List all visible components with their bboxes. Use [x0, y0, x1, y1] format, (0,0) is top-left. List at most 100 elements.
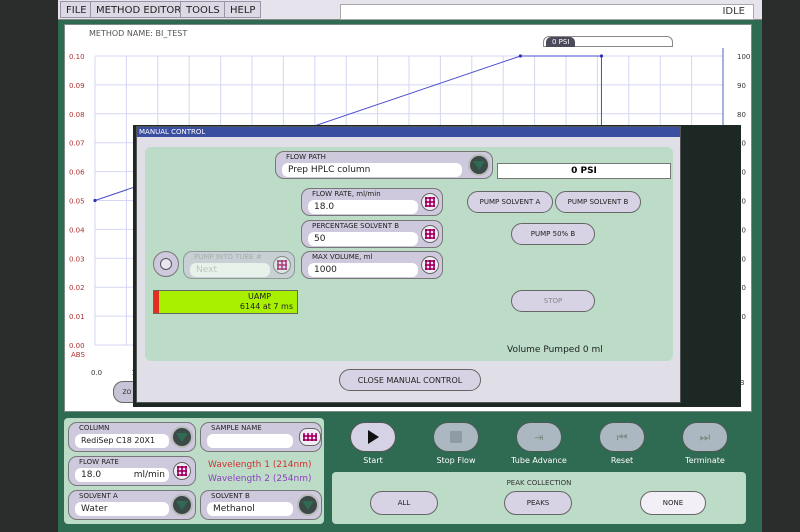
chevron-down-icon[interactable]	[297, 494, 319, 516]
menu-bar: FILE METHOD EDITOR TOOLS HELP IDLE	[58, 0, 762, 20]
pump-50-b-button[interactable]: PUMP 50% B	[511, 223, 595, 245]
keyboard-icon[interactable]	[299, 428, 321, 446]
bottom-flow-rate-number: 18.0	[81, 470, 102, 480]
percentb-tick-label: 80	[737, 111, 746, 119]
abs-tick-label: 0.08	[69, 111, 85, 119]
abs-tick-label: 0.10	[69, 53, 85, 61]
start-label: Start	[363, 456, 383, 465]
abs-tick-label: 0.05	[69, 198, 85, 206]
sample-name-value	[207, 434, 293, 448]
max-volume-field[interactable]: MAX VOLUME, ml 1000	[301, 251, 443, 279]
bottom-flow-rate-unit: ml/min	[133, 470, 165, 480]
keypad-icon[interactable]	[421, 225, 439, 243]
solvent-a-select[interactable]: SOLVENT A Water	[68, 490, 196, 520]
pump-tube-label: PUMP INTO TUBE #	[194, 253, 262, 261]
dialog-title: MANUAL CONTROL	[137, 127, 680, 137]
terminate-label: Terminate	[685, 456, 725, 465]
tube-advance-button[interactable]: ⇥	[516, 422, 562, 452]
peak-none-button[interactable]: NONE	[640, 491, 706, 515]
uv-label: UAMP	[248, 292, 272, 301]
abs-tick-label: 0.01	[69, 313, 85, 321]
x-tick-label: 0.0	[91, 369, 102, 377]
abs-tick-label: 0.06	[69, 169, 85, 177]
reset-button[interactable]: ⏮	[599, 422, 645, 452]
terminate-button[interactable]: ⏭	[682, 422, 728, 452]
percentb-tick-label: 90	[737, 82, 746, 90]
pump-solvent-b-button[interactable]: PUMP SOLVENT B	[555, 191, 641, 213]
sample-name-label: SAMPLE NAME	[211, 424, 262, 432]
start-button[interactable]	[350, 422, 396, 452]
app-screen: FILE METHOD EDITOR TOOLS HELP IDLE METHO…	[58, 0, 762, 532]
bottom-flow-rate-field[interactable]: FLOW RATE 18.0 ml/min	[68, 456, 196, 486]
keypad-icon[interactable]	[173, 462, 191, 480]
close-manual-control-button[interactable]: CLOSE MANUAL CONTROL	[339, 369, 481, 391]
peak-collection-title: PEAK COLLECTION	[506, 479, 572, 487]
gradient-point	[93, 198, 97, 203]
chevron-down-icon[interactable]	[171, 494, 193, 516]
column-value: RediSep C18 20X1	[75, 434, 169, 448]
fast-forward-icon: ⏭	[699, 429, 711, 444]
pump-solvent-a-button[interactable]: PUMP SOLVENT A	[467, 191, 553, 213]
pump-tube-field[interactable]: PUMP INTO TUBE # Next	[183, 251, 295, 279]
max-volume-value: 1000	[308, 263, 418, 277]
solvent-a-label: SOLVENT A	[79, 492, 118, 500]
manual-control-dialog: MANUAL CONTROL FLOW PATH Prep HPLC colum…	[136, 126, 681, 403]
solvent-b-value: Methanol	[207, 502, 293, 516]
flow-rate-field[interactable]: FLOW RATE, ml/min 18.0	[301, 188, 443, 216]
stop-button[interactable]: STOP	[511, 290, 595, 312]
wavelength-2: Wavelength 2 (254nm)	[208, 474, 312, 484]
radio-circle-icon	[160, 258, 172, 270]
column-label: COLUMN	[79, 424, 110, 432]
tube-advance-label: Tube Advance	[511, 456, 567, 465]
abs-tick-label: 0.02	[69, 284, 85, 292]
rewind-icon: ⏮	[616, 429, 628, 444]
gradient-point	[518, 54, 523, 58]
peak-collection-panel: PEAK COLLECTION ALL PEAKS NONE	[332, 472, 746, 524]
column-select[interactable]: COLUMN RediSep C18 20X1	[68, 422, 196, 452]
abs-tick-label: 0.00	[69, 342, 85, 350]
keypad-icon[interactable]	[421, 256, 439, 274]
gradient-point	[599, 54, 604, 58]
pressure-readout: 0 PSI	[497, 163, 671, 179]
menu-help[interactable]: HELP	[224, 1, 262, 18]
percentb-tick-label: 100	[737, 53, 750, 61]
menu-tools[interactable]: TOOLS	[180, 1, 226, 18]
flow-path-select[interactable]: FLOW PATH Prep HPLC column	[275, 151, 493, 179]
status-box: IDLE	[340, 4, 754, 20]
bottom-flow-rate-label: FLOW RATE	[79, 458, 119, 466]
bottom-flow-rate-value: 18.0 ml/min	[75, 468, 169, 482]
flow-path-label: FLOW PATH	[286, 153, 326, 161]
percent-b-field[interactable]: PERCENTAGE SOLVENT B 50	[301, 220, 443, 248]
peak-peaks-button[interactable]: PEAKS	[504, 491, 572, 515]
play-icon	[367, 430, 379, 444]
solvent-b-select[interactable]: SOLVENT B Methanol	[200, 490, 322, 520]
stop-icon	[450, 431, 462, 443]
uv-value: 6144 at 7 ms	[239, 302, 293, 311]
menu-method-editor[interactable]: METHOD EDITOR	[90, 1, 188, 18]
keypad-icon[interactable]	[273, 256, 291, 274]
abs-tick-label: 0.04	[69, 226, 85, 234]
volume-pumped: Volume Pumped 0 ml	[507, 345, 603, 355]
method-settings-panel: COLUMN RediSep C18 20X1 SAMPLE NAME FLOW…	[64, 418, 324, 524]
flow-rate-value: 18.0	[308, 200, 418, 214]
pump-tube-radio[interactable]	[153, 251, 179, 277]
peak-all-button[interactable]: ALL	[370, 491, 438, 515]
abs-tick-label: 0.09	[69, 82, 85, 90]
chevron-down-icon[interactable]	[468, 154, 490, 176]
tube-advance-icon: ⇥	[534, 430, 544, 444]
max-volume-label: MAX VOLUME, ml	[312, 253, 373, 261]
keypad-icon[interactable]	[421, 193, 439, 211]
pump-tube-value: Next	[190, 263, 270, 277]
uv-meter: UAMP 6144 at 7 ms	[153, 290, 298, 314]
chevron-down-icon[interactable]	[171, 426, 193, 448]
uv-meter-fill	[154, 291, 159, 313]
menu-file[interactable]: FILE	[60, 1, 93, 18]
abs-tick-label: 0.07	[69, 140, 85, 148]
abs-tick-label: 0.03	[69, 255, 85, 263]
stop-flow-button[interactable]	[433, 422, 479, 452]
dialog-body: FLOW PATH Prep HPLC column 0 PSI FLOW RA…	[145, 147, 673, 361]
sample-name-field[interactable]: SAMPLE NAME	[200, 422, 322, 452]
solvent-a-value: Water	[75, 502, 169, 516]
percent-b-label: PERCENTAGE SOLVENT B	[312, 222, 400, 230]
abs-axis-label: ABS	[71, 351, 85, 359]
